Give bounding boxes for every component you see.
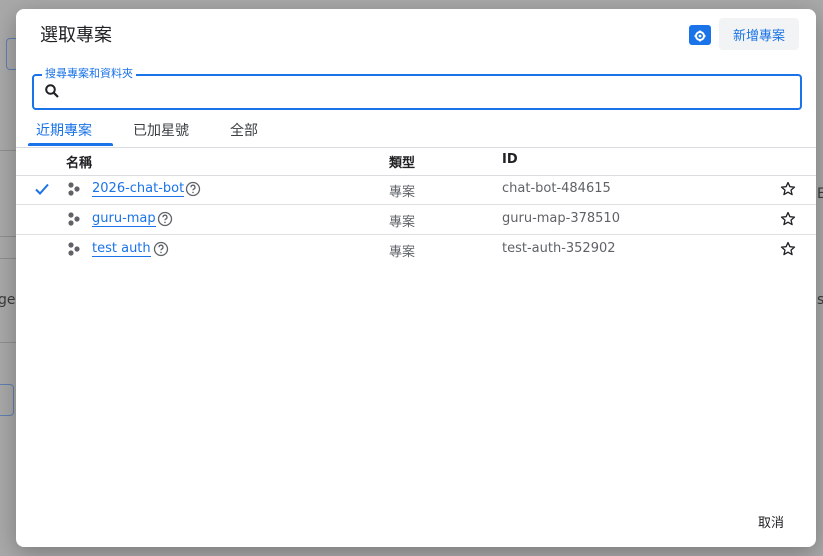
backdrop-divider: [0, 258, 16, 259]
project-id: guru-map-378510: [502, 211, 620, 226]
column-header-id: ID: [502, 152, 518, 167]
star-icon[interactable]: [780, 241, 796, 257]
table-row[interactable]: test auth 專案 test-auth-352902: [16, 235, 816, 264]
project-name-link[interactable]: 2026-chat-bot: [92, 181, 185, 197]
dialog-title: 選取專案: [40, 25, 112, 46]
folder-settings-icon: [694, 30, 706, 42]
search-field[interactable]: 搜尋專案和資料夾: [32, 67, 802, 110]
search-input[interactable]: [68, 80, 792, 106]
project-icon: [68, 182, 80, 196]
project-name-link[interactable]: test auth: [92, 241, 151, 257]
project-name-link[interactable]: guru-map: [92, 211, 156, 227]
star-icon[interactable]: [780, 181, 796, 197]
table-row[interactable]: 2026-chat-bot 專案 chat-bot-484615: [16, 175, 816, 205]
check-icon: [35, 183, 49, 195]
star-icon[interactable]: [780, 211, 796, 227]
column-header-name: 名稱: [66, 156, 93, 171]
table-header: 名稱 類型 ID: [16, 147, 816, 176]
backdrop-divider: [0, 236, 16, 237]
project-type: 專案: [389, 245, 416, 260]
project-icon: [68, 212, 80, 226]
search-icon: [45, 84, 59, 98]
search-label: 搜尋專案和資料夾: [42, 67, 136, 81]
active-tab-indicator: [28, 143, 113, 146]
project-type: 專案: [389, 185, 416, 200]
project-id: test-auth-352902: [502, 241, 616, 256]
tab-starred[interactable]: 已加星號: [133, 119, 189, 145]
backdrop-divider: [0, 342, 16, 343]
backdrop-text: ge: [0, 292, 16, 308]
project-id: chat-bot-484615: [502, 181, 611, 196]
help-icon[interactable]: [153, 241, 169, 257]
help-icon[interactable]: [185, 181, 201, 197]
backdrop-text: s: [817, 292, 823, 308]
backdrop-text: Ei: [817, 186, 823, 202]
tab-recent[interactable]: 近期專案: [36, 119, 92, 145]
project-type: 專案: [389, 215, 416, 230]
tab-bar: 近期專案 已加星號 全部: [16, 115, 816, 148]
backdrop-divider: [0, 150, 16, 151]
project-icon: [68, 242, 80, 256]
backdrop-button: [0, 384, 14, 416]
column-header-type: 類型: [389, 156, 416, 171]
manage-resources-button[interactable]: [689, 25, 711, 45]
table-row[interactable]: guru-map 專案 guru-map-378510: [16, 205, 816, 235]
new-project-button[interactable]: 新增專案: [719, 18, 799, 50]
cancel-button[interactable]: 取消: [758, 512, 784, 531]
select-project-dialog: 選取專案 新增專案 搜尋專案和資料夾 近期專案 已加星號 全部 名稱 類型 ID…: [16, 9, 816, 547]
help-icon[interactable]: [157, 211, 173, 227]
tab-all[interactable]: 全部: [230, 119, 258, 145]
